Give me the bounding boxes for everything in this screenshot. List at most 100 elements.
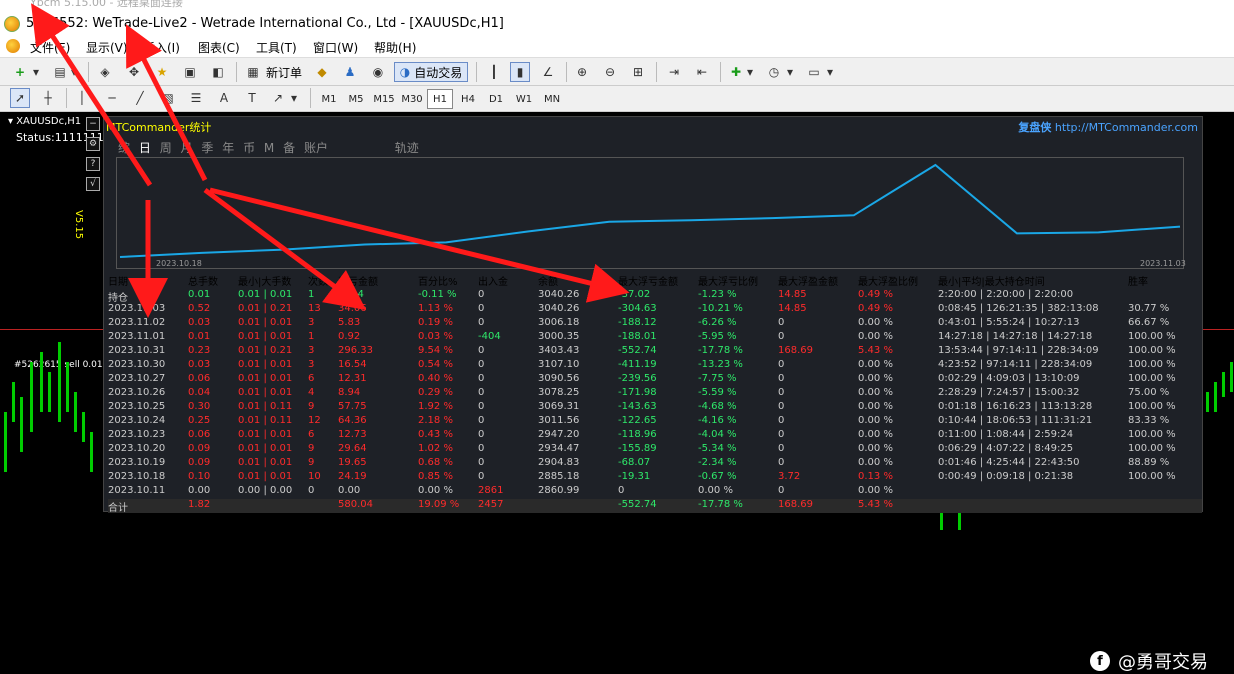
signals-icon[interactable]: ♟ [340,62,360,82]
table-row: 2023.10.27 0.06 0.01 | 0.01 6 12.31 0.40 % 0 30… [108,373,1202,387]
timeframe-m1[interactable]: M1 [316,89,342,109]
new-order-button[interactable]: 新订单 [262,62,306,82]
text-icon[interactable]: A [214,88,234,108]
timeframe-m30[interactable]: M30 [399,89,425,109]
menu-charts[interactable]: 图表(C) [198,39,240,56]
tab-summary[interactable]: 综 [118,141,130,155]
tab-day[interactable]: 日 [139,141,151,155]
fibonacci-icon[interactable]: ☰ [186,88,206,108]
title-bar: Ybcm 5.15.00 - 远程桌面连接 5146552: WeTrade-L… [0,0,1234,36]
menu-bar: 文件(F) 显示(V) 插入(I) 图表(C) 工具(T) 窗口(W) 帮助(H… [0,36,1234,58]
document-icon[interactable] [6,39,20,53]
chevron-down-icon[interactable]: ▾ [68,62,80,82]
tab-month[interactable]: 月 [181,141,193,155]
table-cell: 3078.25 [538,387,580,398]
menu-view[interactable]: 显示(V) [86,39,128,56]
chevron-down-icon[interactable]: ▾ [784,62,796,82]
data-window-icon[interactable]: ✥ [124,62,144,82]
tab-trajectory[interactable]: 轨迹 [395,141,419,155]
timeframe-h4[interactable]: H4 [455,89,481,109]
table-cell: 0.52 [188,303,211,314]
navigator-icon[interactable]: ★ [152,62,172,82]
horizontal-line-icon[interactable]: ─ [102,88,122,108]
price-chart[interactable]: ▾ XAUUSDc,H1 Status:1111111 #5262615 sel… [0,112,1234,673]
auto-trading-label: 自动交易 [414,65,463,80]
table-cell: 0.00 % [858,485,893,496]
timeframe-w1[interactable]: W1 [511,89,537,109]
crosshair-icon[interactable]: ┼ [38,88,58,108]
cursor-icon[interactable]: ➚ [10,88,30,108]
terminal-icon[interactable]: ▣ [180,62,200,82]
chevron-down-icon[interactable]: ▾ [30,62,42,82]
brand-link[interactable]: 复盘侠 http://MTCommander.com [1018,119,1198,135]
table-cell: -552.74 [618,499,657,510]
new-order-icon[interactable]: ▦ [243,62,263,82]
tab-year[interactable]: 年 [222,141,234,155]
chart-shift-icon[interactable]: ⇥ [664,62,684,82]
periods-icon[interactable]: ◷ [764,62,784,82]
check-icon[interactable]: √ [86,177,100,191]
equidistant-channel-icon[interactable]: ▧ [158,88,178,108]
table-cell: 0.01 | 0.01 [238,457,293,468]
table-cell: 2457 [478,499,504,510]
table-cell: 0:00:49 | 0:09:18 | 0:21:38 [938,471,1074,482]
menu-insert[interactable]: 插入(I) [143,39,180,56]
tab-week[interactable]: 周 [160,141,172,155]
tile-windows-icon[interactable]: ⊞ [628,62,648,82]
menu-file[interactable]: 文件(F) [30,39,70,56]
text-label-icon[interactable]: T [242,88,262,108]
settings-icon[interactable]: ⚙ [86,137,100,151]
timeframe-m5[interactable]: M5 [343,89,369,109]
chevron-down-icon[interactable]: ▾ [288,88,300,108]
table-cell: 0.23 [188,345,211,356]
candlestick-icon[interactable]: ▮ [510,62,530,82]
table-cell: 100.00 % [1128,331,1176,342]
profiles-icon[interactable]: ▤ [50,62,70,82]
tab-currency[interactable]: 币 [243,141,255,155]
table-row: 2023.10.23 0.06 0.01 | 0.01 6 12.73 0.43 % 0 29… [108,429,1202,443]
strategy-tester-icon[interactable]: ◧ [208,62,228,82]
table-cell: 2860.99 [538,485,580,496]
table-cell: 14.85 [778,303,807,314]
table-cell: 0 [478,415,485,426]
chevron-down-icon[interactable]: ▾ [744,62,756,82]
chevron-down-icon[interactable]: ▾ [824,62,836,82]
timeframe-mn[interactable]: MN [539,89,565,109]
zoom-in-icon[interactable]: ⊕ [572,62,592,82]
timeframe-h1[interactable]: H1 [427,89,453,109]
table-cell: 0.00 % [418,485,453,496]
help-icon[interactable]: ? [86,157,100,171]
arrows-icon[interactable]: ↗ [268,88,288,108]
radio-icon[interactable]: ◉ [368,62,388,82]
line-chart-icon[interactable]: ∠ [538,62,558,82]
table-cell: 0.54 % [418,359,453,370]
market-watch-icon[interactable]: ◈ [95,62,115,82]
table-cell: 9.54 % [418,345,453,356]
new-chart-icon[interactable]: + [10,62,30,82]
collapse-icon[interactable]: − [86,117,100,131]
column-header: 胜率 [1128,277,1148,288]
timeframe-m15[interactable]: M15 [371,89,397,109]
menu-help[interactable]: 帮助(H) [374,39,416,56]
tab-magic[interactable]: M [264,141,274,155]
trendline-icon[interactable]: ╱ [130,88,150,108]
menu-tools[interactable]: 工具(T) [256,39,297,56]
templates-icon[interactable]: ▭ [804,62,824,82]
tab-account[interactable]: 账户 [304,141,328,155]
version-label: V5.15 [73,210,84,240]
table-cell: -188.12 [618,317,657,328]
column-header: 最大浮亏比例 [698,277,758,288]
timeframe-d1[interactable]: D1 [483,89,509,109]
zoom-out-icon[interactable]: ⊖ [600,62,620,82]
autoscroll-icon[interactable]: ⇤ [692,62,712,82]
tab-comment[interactable]: 备 [283,141,295,155]
vertical-line-icon[interactable]: │ [72,88,92,108]
auto-trading-button[interactable]: ◑ 自动交易 [394,62,468,82]
metaeditor-icon[interactable]: ◆ [312,62,332,82]
table-cell: -5.95 % [698,331,737,342]
indicators-icon[interactable]: ✚ [726,62,746,82]
bar-chart-icon[interactable]: ┃ [484,62,504,82]
tab-quarter[interactable]: 季 [201,141,213,155]
menu-window[interactable]: 窗口(W) [313,39,358,56]
table-cell: 2:28:29 | 7:24:57 | 15:00:32 [938,387,1080,398]
